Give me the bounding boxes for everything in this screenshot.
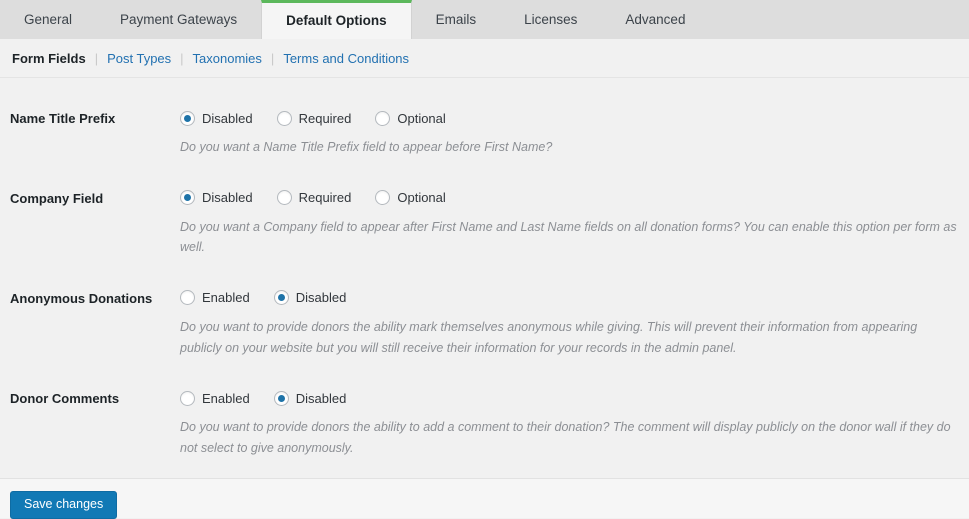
radio-label: Required [298,190,352,206]
subnav-item-form-fields[interactable]: Form Fields [10,51,88,66]
subnav-item-post-types[interactable]: Post Types [105,51,173,66]
submit-area: Save changes [0,478,969,519]
radio-label: Optional [397,110,446,126]
radio-icon[interactable] [180,190,195,206]
field-row-donor-comments: Donor Comments Enabled Disabled Do you w… [0,388,969,458]
field-control: Enabled Disabled Do you want to provide … [180,388,959,458]
radio-label: Disabled [295,290,347,306]
field-control: Disabled Required Optional Do you want a… [180,108,959,158]
save-changes-button[interactable]: Save changes [10,491,118,519]
radio-label: Enabled [202,390,250,406]
radio-option-disabled[interactable]: Disabled [273,390,347,406]
radio-icon[interactable] [180,110,195,126]
field-label: Anonymous Donations [10,290,153,306]
sub-navigation: Form Fields | Post Types | Taxonomies | … [0,39,969,78]
tab-emails[interactable]: Emails [412,0,501,39]
subnav-separator: | [180,51,184,66]
field-label: Donor Comments [10,391,120,407]
field-description: Do you want to provide donors the abilit… [180,319,918,355]
subnav-separator: | [270,51,275,66]
radio-label: Enabled [202,290,250,306]
field-row-anonymous-donations: Anonymous Donations Enabled Disabled Do … [0,288,969,358]
field-label: Company Field [10,190,104,206]
radio-icon[interactable] [180,290,195,306]
radio-option-disabled[interactable]: Disabled [180,190,253,206]
subnav-item-taxonomies[interactable]: Taxonomies [191,51,264,66]
radio-icon[interactable] [375,110,391,126]
field-row-name-title-prefix: Name Title Prefix Disabled Required Opti… [0,108,969,158]
radio-option-enabled[interactable]: Enabled [180,390,250,406]
field-label: Name Title Prefix [10,111,116,126]
radio-icon[interactable] [276,190,292,206]
tab-default-options[interactable]: Default Options [261,0,412,39]
tab-advanced[interactable]: Advanced [601,0,709,39]
radio-label: Disabled [202,190,253,206]
radio-group-donor-comments: Enabled Disabled [180,388,959,408]
settings-form: Name Title Prefix Disabled Required Opti… [0,108,969,509]
field-row-company-field: Company Field Disabled Required Optional… [0,188,969,258]
radio-icon[interactable] [375,190,391,206]
tab-payment-gateways[interactable]: Payment Gateways [96,0,261,39]
radio-label: Disabled [202,110,253,126]
settings-tab-bar: General Payment Gateways Default Options… [0,0,969,39]
radio-option-required[interactable]: Required [276,110,352,126]
radio-option-disabled[interactable]: Disabled [273,290,347,306]
radio-group-company-field: Disabled Required Optional [180,188,959,208]
radio-label: Disabled [295,390,347,406]
radio-icon[interactable] [276,110,292,126]
radio-option-required[interactable]: Required [276,190,352,206]
radio-label: Optional [397,190,446,206]
radio-icon[interactable] [180,390,195,406]
radio-icon[interactable] [273,390,289,406]
radio-group-name-title-prefix: Disabled Required Optional [180,108,959,128]
subnav-item-terms-and-conditions[interactable]: Terms and Conditions [281,51,411,66]
field-control: Disabled Required Optional Do you want a… [180,188,959,258]
tab-general[interactable]: General [0,0,96,39]
radio-group-anonymous-donations: Enabled Disabled [180,288,959,308]
field-description: Do you want a Name Title Prefix field to… [180,140,553,154]
radio-option-disabled[interactable]: Disabled [180,110,253,126]
field-description: Do you want to provide donors the abilit… [180,420,951,455]
field-control: Enabled Disabled Do you want to provide … [180,288,959,358]
radio-option-optional[interactable]: Optional [375,110,446,126]
field-description: Do you want a Company field to appear af… [180,219,957,255]
tab-licenses[interactable]: Licenses [500,0,601,39]
radio-label: Required [298,110,352,126]
radio-option-optional[interactable]: Optional [375,190,446,206]
subnav-separator: | [94,51,99,66]
radio-icon[interactable] [273,290,289,306]
radio-option-enabled[interactable]: Enabled [180,290,250,306]
